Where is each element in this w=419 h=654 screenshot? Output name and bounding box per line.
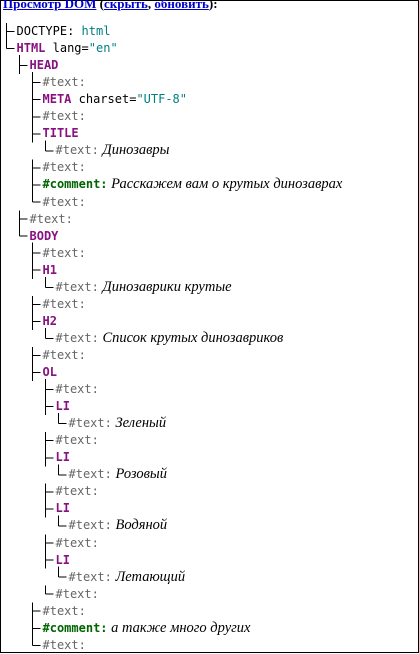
text-node-label: #text: [42, 296, 86, 311]
node-content: а также много других [107, 619, 251, 636]
dom-tree-node[interactable]: #text: [56, 381, 99, 398]
text-node-label: #text: [68, 467, 112, 482]
dom-tree-node[interactable]: #text: Динозаврики крутые [56, 279, 232, 296]
text-node-label: #text: [55, 143, 99, 158]
node-tag-name: HEAD [29, 58, 59, 73]
dom-tree-node[interactable]: #text: [56, 535, 99, 552]
dom-tree-node[interactable]: #text: [43, 347, 86, 364]
node-tag-name: BODY [29, 228, 59, 243]
node-tag-name: OL [42, 365, 57, 379]
node-tag-name: LI [55, 552, 70, 567]
dom-tree-node[interactable]: DOCTYPE: html [17, 23, 111, 40]
dom-tree-node[interactable]: #text: Зеленый [69, 415, 167, 432]
text-node-label: #text: [42, 245, 86, 260]
node-content: Летающий [111, 568, 186, 585]
node-content: Динозавры [98, 142, 170, 159]
text-node-label: #text: [55, 484, 99, 499]
dom-tree-node[interactable]: LI [56, 449, 70, 466]
dom-tree-node[interactable]: HTML lang="en" [17, 40, 118, 57]
text-node-label: #text: [55, 586, 99, 601]
dom-tree-node[interactable]: #text: Динозавры [56, 142, 170, 159]
text-node-label: #text: [55, 279, 99, 294]
node-attribute: charset= [71, 92, 137, 107]
node-content: Расскажем вам о крутых динозаврах [107, 176, 343, 193]
text-node-label: #text: [68, 569, 112, 584]
dom-tree-node[interactable]: #text: [43, 245, 86, 262]
dom-tree-node[interactable]: #text: Летающий [69, 569, 186, 586]
node-tag-name: LI [55, 399, 70, 414]
dom-tree-node[interactable]: #text: [43, 603, 86, 620]
dom-tree-node[interactable]: #text: [56, 483, 99, 500]
node-content: Список крутых динозавриков [98, 329, 284, 346]
dom-tree-node[interactable]: #text: [56, 432, 99, 449]
text-node-label: #text: [42, 75, 86, 90]
comment-node-label: #comment: [42, 177, 108, 192]
node-tag-name: LI [55, 450, 70, 465]
dom-tree-node[interactable]: #comment: а также много других [43, 620, 251, 637]
dom-tree-node[interactable]: #text: [43, 194, 86, 211]
node-attribute: lang= [45, 41, 89, 56]
dom-tree: DOCTYPE: html HTML lang="en" HEAD #text: MET… [0, 0, 419, 653]
node-tag-name: TITLE [42, 126, 79, 141]
dom-tree-node[interactable]: #text: [56, 586, 99, 603]
node-tag-name: H1 [42, 262, 57, 277]
dom-tree-node[interactable]: LI [56, 398, 70, 415]
node-tag-name: H2 [42, 313, 57, 328]
dom-tree-node[interactable]: #text: [43, 74, 86, 91]
dom-tree-node[interactable]: META charset="UTF-8" [43, 91, 188, 108]
text-node-label: #text: [55, 433, 99, 448]
node-value: "UTF-8" [136, 92, 188, 107]
text-node-label: #text: [42, 160, 86, 175]
dom-tree-node[interactable]: H1 [43, 262, 57, 279]
text-node-label: #text: [42, 347, 86, 362]
text-node-label: #text: [29, 211, 73, 226]
dom-tree-node[interactable]: #text: Розовый [69, 466, 167, 483]
node-content: Водяной [111, 517, 168, 534]
dom-tree-node[interactable]: TITLE [43, 125, 79, 142]
comment-node-label: #comment: [42, 620, 108, 635]
text-node-label: #text: [55, 330, 99, 345]
dom-tree-node[interactable]: #text: Список крутых динозавриков [56, 330, 284, 347]
dom-tree-node[interactable]: HEAD [30, 57, 59, 74]
node-tag-name: LI [55, 501, 70, 516]
dom-tree-node[interactable]: #text: [30, 211, 73, 228]
node-value: "en" [88, 41, 118, 56]
node-attribute: DOCTYPE: [16, 24, 82, 38]
node-content: Зеленый [111, 415, 167, 432]
dom-tree-node[interactable]: LI [56, 500, 70, 517]
text-node-label: #text: [68, 416, 112, 431]
dom-tree-node[interactable]: #text: [43, 296, 86, 313]
node-content: Динозаврики крутые [98, 278, 232, 295]
dom-tree-node[interactable]: #text: Водяной [69, 517, 168, 534]
text-node-label: #text: [55, 382, 99, 397]
text-node-label: #text: [55, 535, 99, 550]
node-value: html [81, 24, 111, 38]
dom-tree-node[interactable]: #text: [43, 108, 86, 125]
text-node-label: #text: [42, 109, 86, 124]
dom-tree-node[interactable]: #text: [43, 637, 86, 654]
dom-tree-node[interactable]: OL [43, 364, 57, 381]
dom-tree-node[interactable]: BODY [30, 228, 59, 245]
node-tag-name: HTML [16, 41, 46, 56]
dom-tree-node[interactable]: #text: [43, 159, 86, 176]
text-node-label: #text: [68, 518, 112, 533]
node-tag-name: META [42, 92, 72, 107]
dom-tree-node[interactable]: #comment: Расскажем вам о крутых динозав… [43, 176, 343, 193]
text-node-label: #text: [42, 194, 86, 209]
node-content: Розовый [111, 466, 167, 483]
dom-tree-node[interactable]: H2 [43, 313, 57, 330]
dom-tree-node[interactable]: LI [56, 552, 70, 569]
text-node-label: #text: [42, 603, 86, 618]
text-node-label: #text: [42, 637, 86, 652]
